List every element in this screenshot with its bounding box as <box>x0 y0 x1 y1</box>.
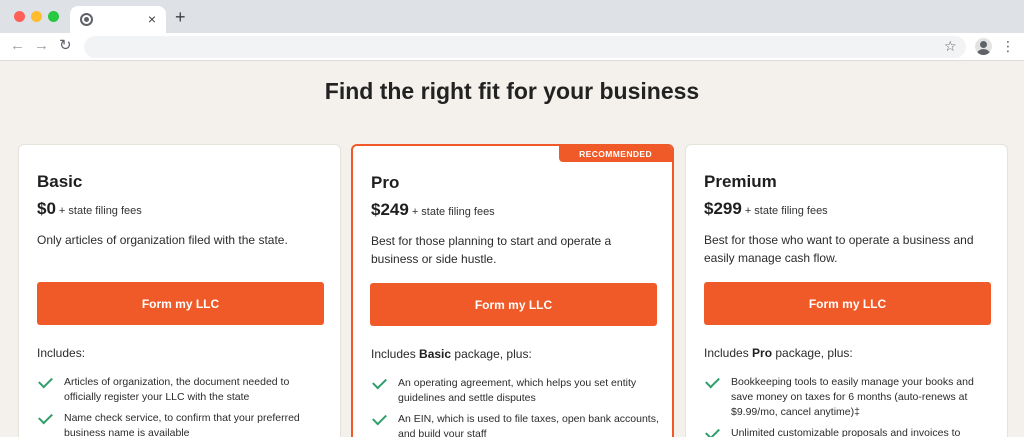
feature-text: Bookkeeping tools to easily manage your … <box>731 376 974 418</box>
list-item: An operating agreement, which helps you … <box>371 374 661 406</box>
check-icon <box>372 374 387 390</box>
plan-price: $299 <box>704 199 742 218</box>
browser-tab[interactable]: × <box>70 6 166 33</box>
address-bar[interactable] <box>84 36 966 58</box>
window-maximize-dot[interactable] <box>48 11 59 22</box>
reload-icon[interactable]: ↻ <box>59 37 72 55</box>
plan-fees: + state filing fees <box>744 205 828 217</box>
tab-close-icon[interactable]: × <box>148 10 156 28</box>
includes-prefix: Includes: <box>37 346 86 360</box>
plan-card-pro: RECOMMENDED Pro $249 + state filing fees … <box>351 144 674 437</box>
feature-text: An operating agreement, which helps you … <box>398 377 637 404</box>
plan-price: $0 <box>37 199 56 218</box>
feature-list: Bookkeeping tools to easily manage your … <box>704 373 994 437</box>
form-llc-button-pro[interactable]: Form my LLC <box>370 283 657 326</box>
plan-description: Best for those planning to start and ope… <box>371 234 612 266</box>
recommended-badge: RECOMMENDED <box>559 146 672 162</box>
profile-avatar-icon[interactable] <box>975 38 992 55</box>
feature-list: An operating agreement, which helps you … <box>371 374 661 437</box>
plan-fees: + state filing fees <box>58 205 142 217</box>
new-tab-icon[interactable]: + <box>175 7 186 27</box>
form-llc-button-premium[interactable]: Form my LLC <box>704 282 991 325</box>
check-icon <box>705 424 720 437</box>
plan-card-premium: Premium $299 + state filing fees Best for… <box>685 144 1008 437</box>
includes-heading: Includes: <box>37 346 85 360</box>
bookmark-star-icon[interactable]: ☆ <box>944 37 957 55</box>
list-item: Bookkeeping tools to easily manage your … <box>704 373 994 420</box>
feature-text: Name check service, to confirm that your… <box>64 412 300 437</box>
feature-text: Unlimited customizable proposals and inv… <box>731 427 961 437</box>
browser-toolbar: ← → ↻ ☆ ⋮ <box>0 33 1024 61</box>
plan-name: Pro <box>371 173 400 192</box>
feature-text: An EIN, which is used to file taxes, ope… <box>398 413 659 437</box>
price-row: $0 + state filing fees <box>37 199 142 219</box>
plan-price: $249 <box>371 200 409 219</box>
price-row: $249 + state filing fees <box>371 200 495 220</box>
plan-name: Premium <box>704 172 777 191</box>
chrome-favicon-icon <box>80 13 93 26</box>
plan-name: Basic <box>37 172 83 191</box>
includes-prefix: Includes <box>704 346 753 360</box>
price-row: $299 + state filing fees <box>704 199 828 219</box>
includes-heading: Includes Basic package, plus: <box>371 347 532 361</box>
back-arrow-icon[interactable]: ← <box>10 37 25 55</box>
form-llc-button-basic[interactable]: Form my LLC <box>37 282 324 325</box>
includes-suffix: package, plus: <box>772 346 853 360</box>
plan-description: Only articles of organization filed with… <box>37 233 288 247</box>
browser-tab-strip: × + <box>0 0 1024 33</box>
plan-description: Best for those who want to operate a bus… <box>704 233 974 265</box>
includes-heading: Includes Pro package, plus: <box>704 346 853 360</box>
page-title: Find the right fit for your business <box>324 78 700 104</box>
forward-arrow-icon[interactable]: → <box>34 37 49 55</box>
list-item: Unlimited customizable proposals and inv… <box>704 424 994 437</box>
plan-card-basic: Basic $0 + state filing fees Only article… <box>18 144 341 437</box>
list-item: Articles of organization, the document n… <box>37 373 327 405</box>
includes-suffix: package, plus: <box>451 347 532 361</box>
window-minimize-dot[interactable] <box>31 11 42 22</box>
browser-menu-icon[interactable]: ⋮ <box>1001 37 1015 55</box>
includes-package: Pro <box>752 346 773 360</box>
check-icon <box>705 373 720 389</box>
plan-fees: + state filing fees <box>411 206 495 218</box>
list-item: Name check service, to confirm that your… <box>37 409 327 437</box>
check-icon <box>38 409 53 425</box>
list-item: An EIN, which is used to file taxes, ope… <box>371 410 661 437</box>
check-icon <box>372 410 387 426</box>
includes-prefix: Includes <box>371 347 420 361</box>
feature-text: Articles of organization, the document n… <box>64 376 290 403</box>
window-close-dot[interactable] <box>14 11 25 22</box>
includes-package: Basic <box>419 347 452 361</box>
check-icon <box>38 373 53 389</box>
feature-list: Articles of organization, the document n… <box>37 373 327 437</box>
